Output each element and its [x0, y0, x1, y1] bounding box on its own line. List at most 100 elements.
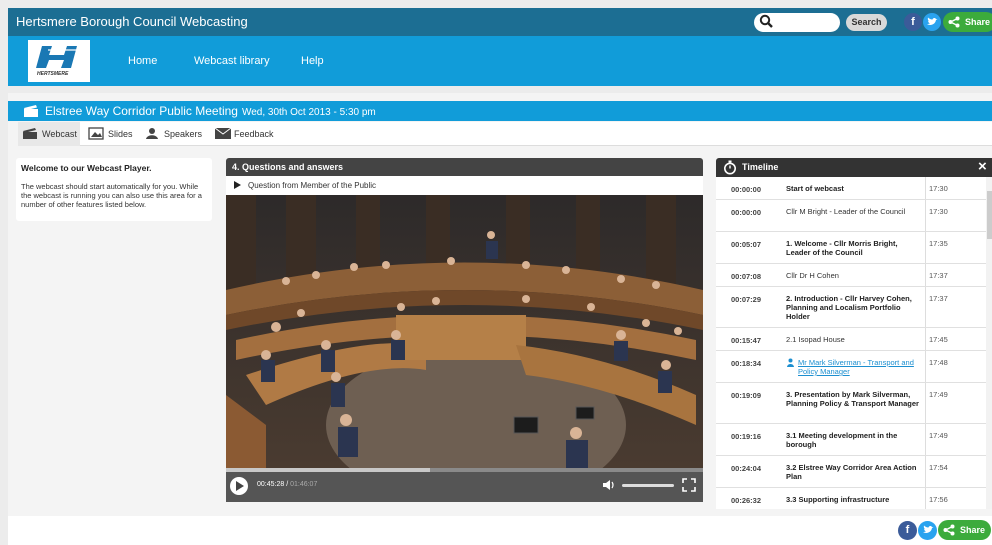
timeline-timecode: 00:00:00: [731, 185, 762, 194]
video-frame[interactable]: [226, 195, 703, 468]
fullscreen-icon[interactable]: [682, 478, 696, 492]
timeline-row[interactable]: 00:18:34 Mr Mark Silverman - Transport an…: [716, 351, 986, 383]
share-icon: [948, 16, 960, 28]
speaker-person-icon: [146, 128, 158, 139]
timeline-clock-time: 17:30: [925, 177, 975, 199]
meeting-title-text: Elstree Way Corridor Public Meeting: [45, 104, 238, 118]
welcome-heading: Welcome to our Webcast Player.: [21, 163, 152, 173]
envelope-icon: [214, 127, 232, 139]
timeline-item-title[interactable]: Mr Mark Silverman - Transport and Policy…: [786, 358, 922, 376]
timeline-clock-time: 17:49: [925, 424, 975, 455]
timeline-timecode: 00:24:04: [731, 464, 762, 473]
council-chamber-image: [226, 195, 703, 468]
timeline-row[interactable]: 00:19:16 3.1 Meeting development in the b…: [716, 424, 986, 456]
timeline-timecode: 00:07:29: [731, 295, 762, 304]
tab-webcast[interactable]: Webcast: [18, 122, 80, 146]
main-nav: HERTSMERE Home Webcast library Help: [8, 36, 992, 86]
share-button[interactable]: Share: [938, 520, 992, 540]
share-icon: [943, 524, 955, 536]
timeline-row[interactable]: 00:07:08 Cllr Dr H Cohen 17:37: [716, 264, 986, 287]
tab-speakers[interactable]: Speakers: [140, 122, 204, 146]
tab-feedback[interactable]: Feedback: [210, 122, 274, 146]
welcome-text: The webcast should start automatically f…: [21, 182, 202, 209]
facebook-icon[interactable]: f: [904, 13, 922, 31]
timeline-row[interactable]: 00:26:32 3.3 Supporting infrastructure 17:…: [716, 488, 986, 509]
timeline-item-title: 3. Presentation by Mark Silverman, Plann…: [786, 390, 919, 408]
search-icon: [759, 14, 773, 28]
nav-webcast-library[interactable]: Webcast library: [194, 55, 270, 67]
player-tabs: Webcast Slides Speakers Feedback: [18, 122, 992, 146]
total-time: 01:46:07: [290, 481, 318, 488]
timeline-item-title: 3.1 Meeting development in the borough: [786, 431, 898, 449]
volume-slider[interactable]: [622, 484, 674, 487]
facebook-icon[interactable]: f: [898, 521, 917, 540]
current-item-bar: Question from Member of the Public: [226, 176, 703, 195]
progress-fill: [226, 468, 431, 472]
share-button[interactable]: Share: [943, 12, 992, 32]
timeline-item-title: 2. Introduction - Cllr Harvey Cohen, Pla…: [786, 294, 912, 321]
timeline-header: Timeline ×: [716, 158, 992, 177]
tab-webcast-label: Webcast: [42, 129, 77, 139]
close-icon[interactable]: ×: [978, 158, 987, 175]
bottom-share-bar: f Share: [8, 516, 992, 545]
timeline-scrollbar[interactable]: [986, 177, 992, 509]
meeting-header: Elstree Way Corridor Public Meeting Wed, …: [8, 101, 992, 121]
twitter-icon[interactable]: [918, 521, 937, 540]
current-item-text: Question from Member of the Public: [248, 181, 377, 190]
timeline-row[interactable]: 00:05:07 1. Welcome - Cllr Morris Bright,…: [716, 232, 986, 264]
timeline-clock-time: 17:30: [925, 200, 975, 231]
nav-home[interactable]: Home: [128, 55, 157, 67]
time-readout: 00:45:28 / 01:46:07: [257, 481, 318, 488]
timeline-timecode: 00:19:16: [731, 432, 762, 441]
timeline-title: Timeline: [742, 162, 779, 172]
tab-slides[interactable]: Slides: [84, 122, 136, 146]
site-title: Hertsmere Borough Council Webcasting: [16, 14, 248, 29]
timeline-row[interactable]: 00:00:00 Start of webcast 17:30: [716, 177, 986, 200]
timeline-row[interactable]: 00:19:09 3. Presentation by Mark Silverma…: [716, 383, 986, 424]
twitter-icon[interactable]: [923, 13, 941, 31]
tab-slides-label: Slides: [108, 129, 133, 139]
timeline-clock-time: 17:37: [925, 264, 975, 286]
player-header: 4. Questions and answers: [226, 158, 703, 176]
timeline-clock-time: 17:56: [925, 488, 975, 509]
timeline-timecode: 00:18:34: [731, 359, 762, 368]
timeline-timecode: 00:07:08: [731, 272, 762, 281]
logo-text: HERTSMERE: [37, 71, 69, 77]
meeting-title: Elstree Way Corridor Public Meeting Wed, …: [45, 104, 376, 118]
volume-icon[interactable]: [602, 479, 616, 491]
timeline-row[interactable]: 00:00:00 Cllr M Bright - Leader of the Co…: [716, 200, 986, 232]
timeline-item-title: Cllr Dr H Cohen: [786, 271, 839, 280]
clapper-icon: [24, 105, 38, 117]
search-input[interactable]: [754, 13, 840, 32]
clapper-icon: [23, 128, 37, 139]
share-label: Share: [965, 17, 991, 27]
nav-help[interactable]: Help: [301, 55, 324, 67]
progress-bar[interactable]: [226, 468, 703, 472]
timeline-clock-time: 17:35: [925, 232, 975, 263]
stopwatch-icon: [724, 160, 736, 175]
timeline-clock-time: 17:48: [925, 351, 975, 382]
timeline-list: 00:00:00 Start of webcast 17:30 00:00:00 Cll…: [716, 177, 986, 509]
timeline-timecode: 00:15:47: [731, 336, 762, 345]
timeline-timecode: 00:05:07: [731, 240, 762, 249]
play-button[interactable]: [230, 477, 248, 495]
player-controls: 00:45:28 / 01:46:07: [226, 468, 703, 502]
search-button[interactable]: Search: [846, 14, 887, 31]
person-icon: [787, 358, 794, 367]
page: Hertsmere Borough Council Webcasting Sea…: [0, 0, 992, 545]
scroll-thumb[interactable]: [987, 191, 992, 239]
slides-icon: [88, 127, 104, 140]
timeline-clock-time: 17:54: [925, 456, 975, 487]
tab-speakers-label: Speakers: [164, 129, 203, 139]
timeline-item-title: 3.2 Elstree Way Corridor Area Action Pla…: [786, 463, 917, 481]
welcome-box: Welcome to our Webcast Player. The webca…: [16, 158, 212, 221]
timeline-item-title: 1. Welcome - Cllr Morris Bright, Leader …: [786, 239, 898, 257]
timeline-timecode: 00:19:09: [731, 391, 762, 400]
timeline-clock-time: 17:45: [925, 328, 975, 350]
share-label: Share: [960, 525, 986, 535]
timeline-item-title: 2.1 Isopad House: [786, 335, 845, 344]
timeline-row[interactable]: 00:15:47 2.1 Isopad House 17:45: [716, 328, 986, 351]
timeline-row[interactable]: 00:24:04 3.2 Elstree Way Corridor Area Ac…: [716, 456, 986, 488]
timeline-row[interactable]: 00:07:29 2. Introduction - Cllr Harvey Co…: [716, 287, 986, 328]
hertsmere-logo[interactable]: HERTSMERE: [28, 40, 90, 82]
